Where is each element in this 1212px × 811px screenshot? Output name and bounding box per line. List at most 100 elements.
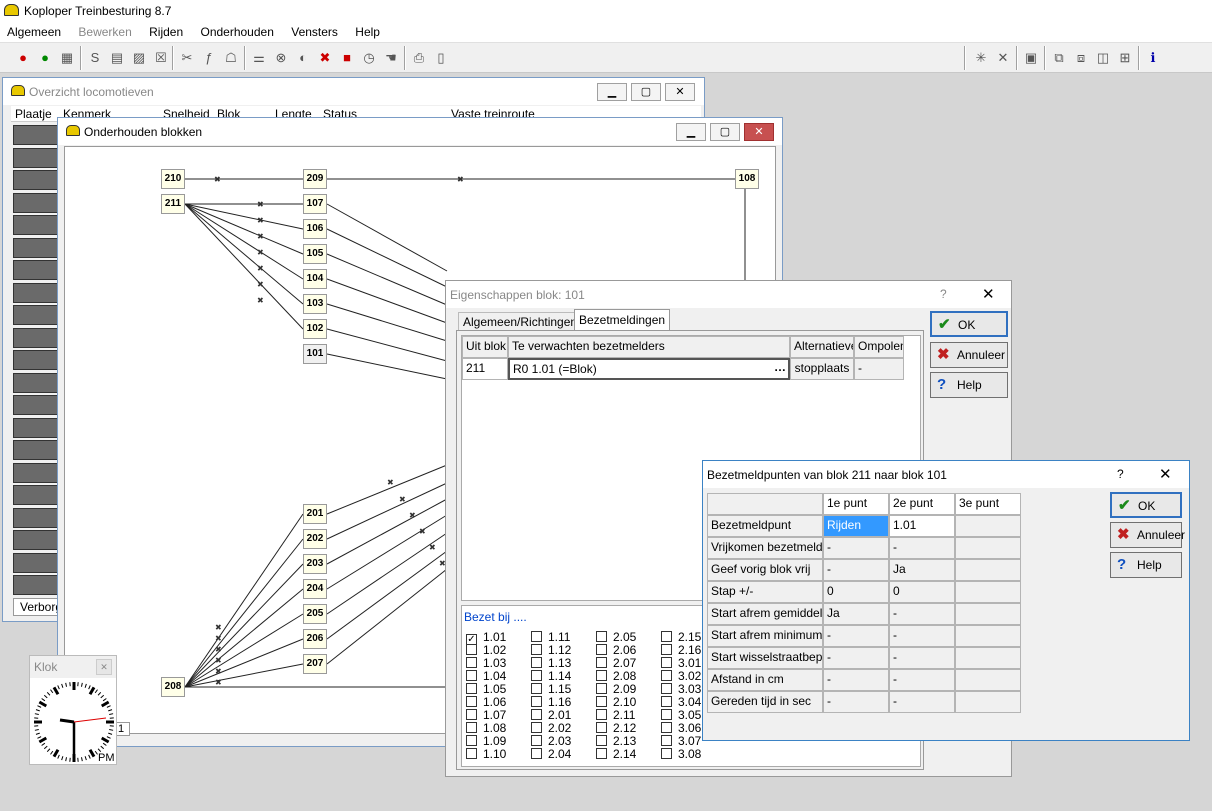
bezet-checkbox[interactable]: 2.10 [596,695,636,709]
points-cell[interactable] [955,691,1021,713]
points-cell[interactable] [955,537,1021,559]
points-cell[interactable] [955,625,1021,647]
close-icon[interactable]: ✕ [982,285,995,303]
checkbox-box[interactable] [466,748,477,759]
menu-algemeen[interactable]: Algemeen [0,22,68,42]
checkbox-box[interactable] [596,735,607,746]
points-cell[interactable]: - [823,559,889,581]
checkbox-box[interactable] [661,670,672,681]
save-icon[interactable]: ▣ [1020,47,1042,69]
block-106[interactable]: 106 [303,219,327,239]
points-cell[interactable] [955,581,1021,603]
loco-image[interactable] [13,170,59,190]
bezet-checkbox[interactable]: 2.13 [596,734,636,748]
points-cell[interactable]: - [889,603,955,625]
points-cell[interactable] [955,669,1021,691]
tab-verborgen[interactable]: Verborg [13,598,62,616]
checkbox-box[interactable] [596,670,607,681]
menu-bewerken[interactable]: Bewerken [71,22,138,42]
train-stop-icon[interactable]: ✖ [314,47,336,69]
checkbox-box[interactable] [661,709,672,720]
bezet-checkbox[interactable]: 1.06 [466,695,506,709]
points-cell[interactable]: Ja [889,559,955,581]
points-cell[interactable]: - [823,691,889,713]
info-icon[interactable]: ℹ [1142,47,1164,69]
bezet-checkbox[interactable]: 2.11 [596,708,635,722]
bezet-checkbox[interactable]: 1.12 [531,643,571,657]
loco-image[interactable] [13,552,59,573]
bezet-checkbox[interactable]: 2.14 [596,747,636,761]
block-107[interactable]: 107 [303,194,327,214]
block-210[interactable]: 210 [161,169,185,189]
loco-image[interactable] [13,282,59,303]
checkbox-box[interactable] [661,696,672,707]
decoder-icon[interactable]: ▦ [56,47,78,69]
timer-icon[interactable]: ◷ [358,47,380,69]
block-205[interactable]: 205 [303,604,327,624]
points-cell[interactable]: - [889,625,955,647]
loco-image[interactable] [13,395,59,415]
close-icon[interactable]: ✕ [96,659,112,675]
block-201[interactable]: 201 [303,504,327,524]
bezet-checkbox[interactable]: 2.06 [596,643,636,657]
menu-vensters[interactable]: Vensters [284,22,345,42]
bezet-checkbox[interactable]: 2.09 [596,682,636,696]
loco-image[interactable] [13,260,59,280]
hand-icon[interactable]: ☚ [380,47,402,69]
loco-image[interactable] [13,440,59,460]
points-cell[interactable]: - [889,669,955,691]
checkbox-box[interactable] [466,722,477,733]
bezet-checkbox[interactable]: 3.08 [661,747,701,761]
checkbox-box[interactable] [596,683,607,694]
checkbox-box[interactable] [466,735,477,746]
tool-icon[interactable]: ✂ [176,47,198,69]
signal-green-icon[interactable]: ● [34,47,56,69]
print-icon[interactable]: ⎙ [408,47,430,69]
checkbox-box[interactable] [531,696,542,707]
points-cell[interactable]: Rijden [823,515,889,537]
bezet-checkbox[interactable]: 3.04 [661,695,701,709]
bezet-checkbox[interactable]: 1.15 [531,682,571,696]
bezet-checkbox[interactable]: 1.07 [466,708,506,722]
bezet-checkbox[interactable]: 3.03 [661,682,701,696]
bezet-checkbox[interactable]: 2.16 [661,643,701,657]
loco-image[interactable] [13,350,59,370]
block-202[interactable]: 202 [303,529,327,549]
points-cell[interactable]: 0 [889,581,955,603]
delete-icon[interactable]: ✕ [992,47,1014,69]
points-cell[interactable] [955,515,1021,537]
bezet-checkbox[interactable]: 2.02 [531,721,571,735]
ellipsis-button[interactable]: … [774,360,786,374]
row-from-block[interactable]: 211 [462,358,508,380]
points-cell[interactable]: - [823,625,889,647]
sound-icon[interactable]: ◐ [292,47,314,69]
loco-image[interactable] [13,327,59,348]
bezet-checkbox[interactable]: 1.08 [466,721,506,735]
bezet-checkbox[interactable]: 1.11 [531,630,570,644]
bezet-checkbox[interactable]: 3.01 [661,656,701,670]
checkbox-box[interactable] [661,683,672,694]
loco-image[interactable] [13,192,59,213]
ok-button[interactable]: ✔ OK [930,311,1008,337]
stop-icon[interactable]: ⊗ [270,47,292,69]
edit-icon[interactable]: ▨ [128,47,150,69]
page-icon[interactable]: ▯ [430,47,452,69]
loco-image[interactable] [13,305,59,325]
points-cell[interactable]: - [823,537,889,559]
block-207[interactable]: 207 [303,654,327,674]
layers-icon[interactable]: ◫ [1092,47,1114,69]
checkbox-box[interactable] [596,657,607,668]
loco-image[interactable] [13,507,59,528]
maximize-button[interactable]: ▢ [710,123,740,141]
points-cell[interactable]: - [889,691,955,713]
panel-icon[interactable]: ▤ [106,47,128,69]
checkbox-box[interactable] [531,722,542,733]
script-icon[interactable]: ƒ [198,47,220,69]
row-ompolen[interactable]: - [854,358,904,380]
bezet-checkbox[interactable]: 1.03 [466,656,506,670]
points-cell[interactable] [955,647,1021,669]
close-button[interactable]: ✕ [665,83,695,101]
signal-red-icon[interactable]: ● [12,47,34,69]
block-104[interactable]: 104 [303,269,327,289]
checkbox-box[interactable] [531,631,542,642]
